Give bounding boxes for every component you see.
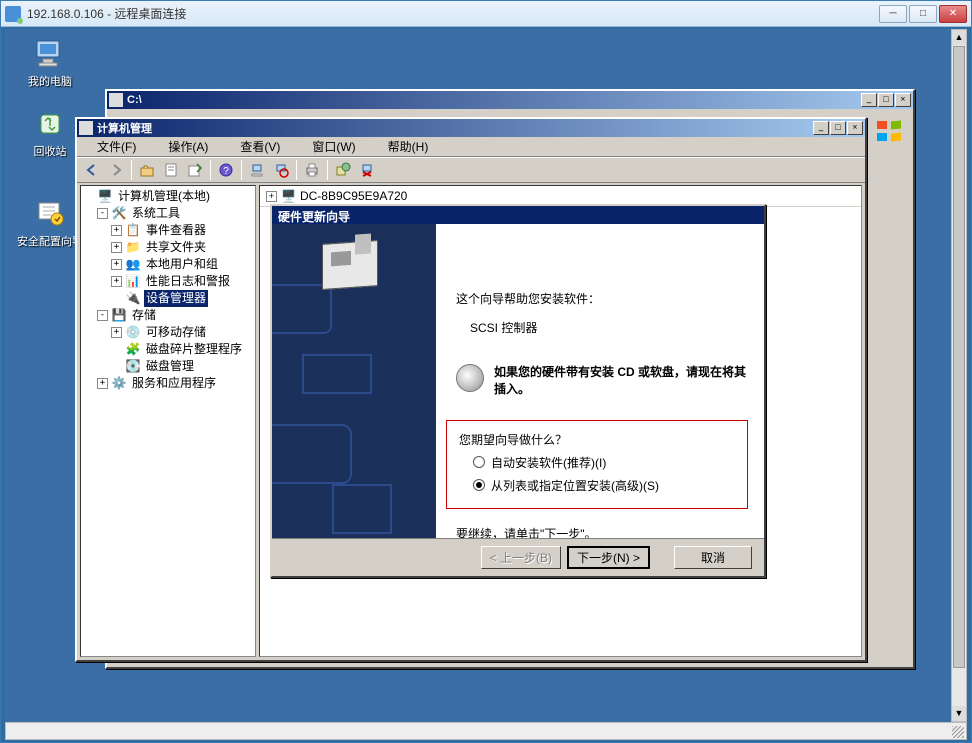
rdp-window: 192.168.0.106 - 远程桌面连接 ─ □ ✕ 我的电脑 回收站 安全… xyxy=(0,0,972,743)
print-button[interactable] xyxy=(301,159,323,181)
drive-icon xyxy=(109,93,123,107)
menu-file[interactable]: 文件(F) xyxy=(81,136,152,157)
radio-label: 从列表或指定位置安装(高级)(S) xyxy=(491,477,659,494)
tree-pane[interactable]: 🖥️计算机管理(本地) -🛠️系统工具 +📋事件查看器 +📁共享文件夹 +👥本地… xyxy=(80,185,256,657)
computer-icon xyxy=(33,37,67,71)
back-button[interactable] xyxy=(81,159,103,181)
explorer-titlebar[interactable]: C:\ _ □ × xyxy=(107,91,913,109)
recycle-icon xyxy=(33,107,67,141)
tree-perf-logs[interactable]: +📊性能日志和警报 xyxy=(83,273,253,290)
minimize-button[interactable]: ─ xyxy=(879,5,907,23)
svg-text:?: ? xyxy=(223,166,229,177)
next-button[interactable]: 下一步(N) > xyxy=(567,546,650,569)
mgmt-titlebar[interactable]: 计算机管理 _ □ × xyxy=(77,119,865,137)
tree-device-manager[interactable]: 🔌设备管理器 xyxy=(83,290,253,307)
help-button[interactable]: ? xyxy=(215,159,237,181)
minimize-button[interactable]: _ xyxy=(813,121,829,135)
details-pane[interactable]: + 🖥️ DC-8B9C95E9A720 硬件更新向导 xyxy=(259,185,862,657)
device-action-button[interactable] xyxy=(332,159,354,181)
radio-icon xyxy=(473,479,485,491)
tree-event-viewer[interactable]: +📋事件查看器 xyxy=(83,222,253,239)
rdp-title: 192.168.0.106 - 远程桌面连接 xyxy=(27,5,879,22)
wizard-cd-instruction: 如果您的硬件带有安装 CD 或软盘，请现在将其插入。 xyxy=(494,364,748,398)
radio-label: 自动安装软件(推荐)(I) xyxy=(491,454,606,471)
forward-button[interactable] xyxy=(105,159,127,181)
desktop-icon-my-computer[interactable]: 我的电脑 xyxy=(15,37,85,89)
cancel-button[interactable]: 取消 xyxy=(674,546,752,569)
explorer-title: C:\ xyxy=(127,94,861,106)
scroll-up-button[interactable]: ▲ xyxy=(952,30,966,45)
tree-local-users[interactable]: +👥本地用户和组 xyxy=(83,256,253,273)
menu-bar: 文件(F) 操作(A) 查看(V) 窗口(W) 帮助(H) xyxy=(77,137,865,157)
scroll-down-button[interactable]: ▼ xyxy=(952,706,966,721)
radio-list-install[interactable]: 从列表或指定位置安装(高级)(S) xyxy=(473,477,735,494)
wizard-sidebar xyxy=(272,224,436,538)
uninstall-button[interactable] xyxy=(356,159,378,181)
desktop-icon-label: 我的电脑 xyxy=(15,73,85,89)
minimize-button[interactable]: _ xyxy=(861,93,877,107)
up-button[interactable] xyxy=(136,159,158,181)
tree-shared-folders[interactable]: +📁共享文件夹 xyxy=(83,239,253,256)
scrollbar-thumb[interactable] xyxy=(953,46,965,668)
wizard-button-row: < 上一步(B) 下一步(N) > 取消 xyxy=(272,538,764,576)
cd-icon xyxy=(456,364,484,392)
expand-button[interactable]: + xyxy=(266,191,277,202)
close-button[interactable]: × xyxy=(895,93,911,107)
status-bar xyxy=(5,722,967,740)
close-button[interactable]: × xyxy=(847,121,863,135)
toolbar: ? xyxy=(77,157,865,183)
back-button[interactable]: < 上一步(B) xyxy=(481,546,561,569)
rdp-icon xyxy=(5,6,21,22)
wizard-content: 这个向导帮助您安装软件： SCSI 控制器 如果您的硬件带有安装 CD 或软盘，… xyxy=(436,224,764,538)
tree-disk-management[interactable]: 💽磁盘管理 xyxy=(83,358,253,375)
close-button[interactable]: ✕ xyxy=(939,5,967,23)
tree-removable-storage[interactable]: +💿可移动存储 xyxy=(83,324,253,341)
wizard-device-name: SCSI 控制器 xyxy=(470,319,748,336)
tree-root[interactable]: 🖥️计算机管理(本地) xyxy=(83,188,253,205)
radio-icon xyxy=(473,456,485,468)
menu-help[interactable]: 帮助(H) xyxy=(372,136,445,157)
remote-desktop[interactable]: 我的电脑 回收站 安全配置向导 C:\ _ □ × xyxy=(5,29,967,722)
computer-icon: 🖥️ xyxy=(281,189,296,203)
wizard-intro-text: 这个向导帮助您安装软件： xyxy=(456,290,748,307)
properties-button[interactable] xyxy=(160,159,182,181)
wizard-hero-icon xyxy=(322,240,378,290)
menu-action[interactable]: 操作(A) xyxy=(152,136,224,157)
menu-view[interactable]: 查看(V) xyxy=(224,136,296,157)
rdp-titlebar[interactable]: 192.168.0.106 - 远程桌面连接 ─ □ ✕ xyxy=(1,1,971,27)
computer-management-window[interactable]: 计算机管理 _ □ × 文件(F) 操作(A) 查看(V) 窗口(W) 帮助(H… xyxy=(75,117,867,662)
tree-system-tools[interactable]: -🛠️系统工具 xyxy=(83,205,253,222)
windows-logo xyxy=(869,111,909,151)
export-button[interactable] xyxy=(184,159,206,181)
mgmt-title: 计算机管理 xyxy=(97,120,813,136)
tree-defrag[interactable]: 🧩磁盘碎片整理程序 xyxy=(83,341,253,358)
maximize-button[interactable]: □ xyxy=(878,93,894,107)
menu-window[interactable]: 窗口(W) xyxy=(296,136,371,157)
tree-services-apps[interactable]: +⚙️服务和应用程序 xyxy=(83,375,253,392)
vertical-scrollbar[interactable]: ▲ ▼ xyxy=(951,29,967,722)
scan-button[interactable] xyxy=(246,159,268,181)
computer-name: DC-8B9C95E9A720 xyxy=(300,189,407,203)
radio-auto-install[interactable]: 自动安装软件(推荐)(I) xyxy=(473,454,735,471)
maximize-button[interactable]: □ xyxy=(830,121,846,135)
wizard-question: 您期望向导做什么？ xyxy=(459,431,735,448)
mgmt-icon xyxy=(79,121,93,135)
tree-storage[interactable]: -💾存储 xyxy=(83,307,253,324)
refresh-button[interactable] xyxy=(270,159,292,181)
wizard-question-box: 您期望向导做什么？ 自动安装软件(推荐)(I) 从列表或指定位置安装(高级)(S… xyxy=(446,420,748,509)
security-icon xyxy=(33,197,67,231)
hardware-update-wizard: 硬件更新向导 这个向导帮助您安装软件： SCSI 控制器 xyxy=(270,204,766,578)
wizard-title[interactable]: 硬件更新向导 xyxy=(272,206,764,224)
maximize-button[interactable]: □ xyxy=(909,5,937,23)
resize-grip[interactable] xyxy=(952,726,964,738)
